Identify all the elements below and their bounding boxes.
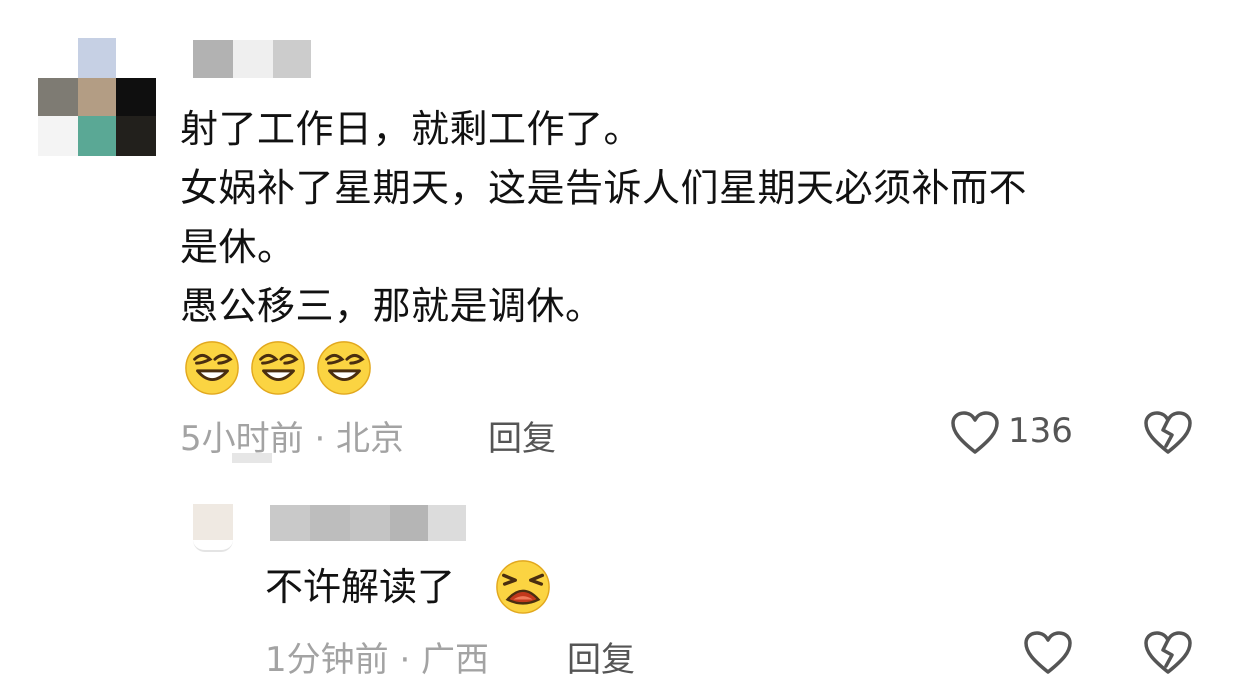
reply-button[interactable]: 回复	[488, 411, 556, 460]
comment-body: 射了工作日，就剩工作了。 女娲补了星期天，这是告诉人们星期天必须补而不 是休。 …	[180, 100, 1190, 336]
comment-line: 是休。	[180, 225, 296, 269]
reply-text: 不许解读了	[265, 565, 456, 609]
commenter-avatar[interactable]	[38, 38, 156, 156]
reply-time-location: 1分钟前 · 广西	[265, 640, 490, 680]
comment-time-location: 5小时前 · 北京	[180, 419, 405, 459]
like-count: 136	[1008, 411, 1073, 451]
comment-line: 射了工作日，就剩工作了。	[180, 107, 643, 151]
reply-reply-button[interactable]: 回复	[567, 632, 635, 681]
comment-line: 女娲补了星期天，这是告诉人们星期天必须补而不	[180, 166, 1028, 210]
reply-dislike-broken-heart-icon[interactable]	[1143, 630, 1193, 676]
reply-username[interactable]	[270, 505, 466, 541]
blur-fragment	[232, 453, 272, 463]
reply-like-heart-icon[interactable]	[1023, 630, 1073, 676]
grin-squint-icon	[185, 341, 239, 395]
crying-face-icon	[496, 560, 550, 614]
reply-avatar[interactable]	[193, 504, 233, 552]
dislike-broken-heart-icon[interactable]	[1143, 410, 1193, 456]
commenter-name[interactable]	[193, 40, 313, 78]
like-heart-icon[interactable]	[950, 410, 1000, 456]
comment-line: 愚公移三，那就是调休。	[180, 284, 604, 328]
reply-body: 不许解读了	[265, 560, 455, 614]
grin-squint-icon	[317, 341, 371, 395]
grin-squint-icon	[251, 341, 305, 395]
